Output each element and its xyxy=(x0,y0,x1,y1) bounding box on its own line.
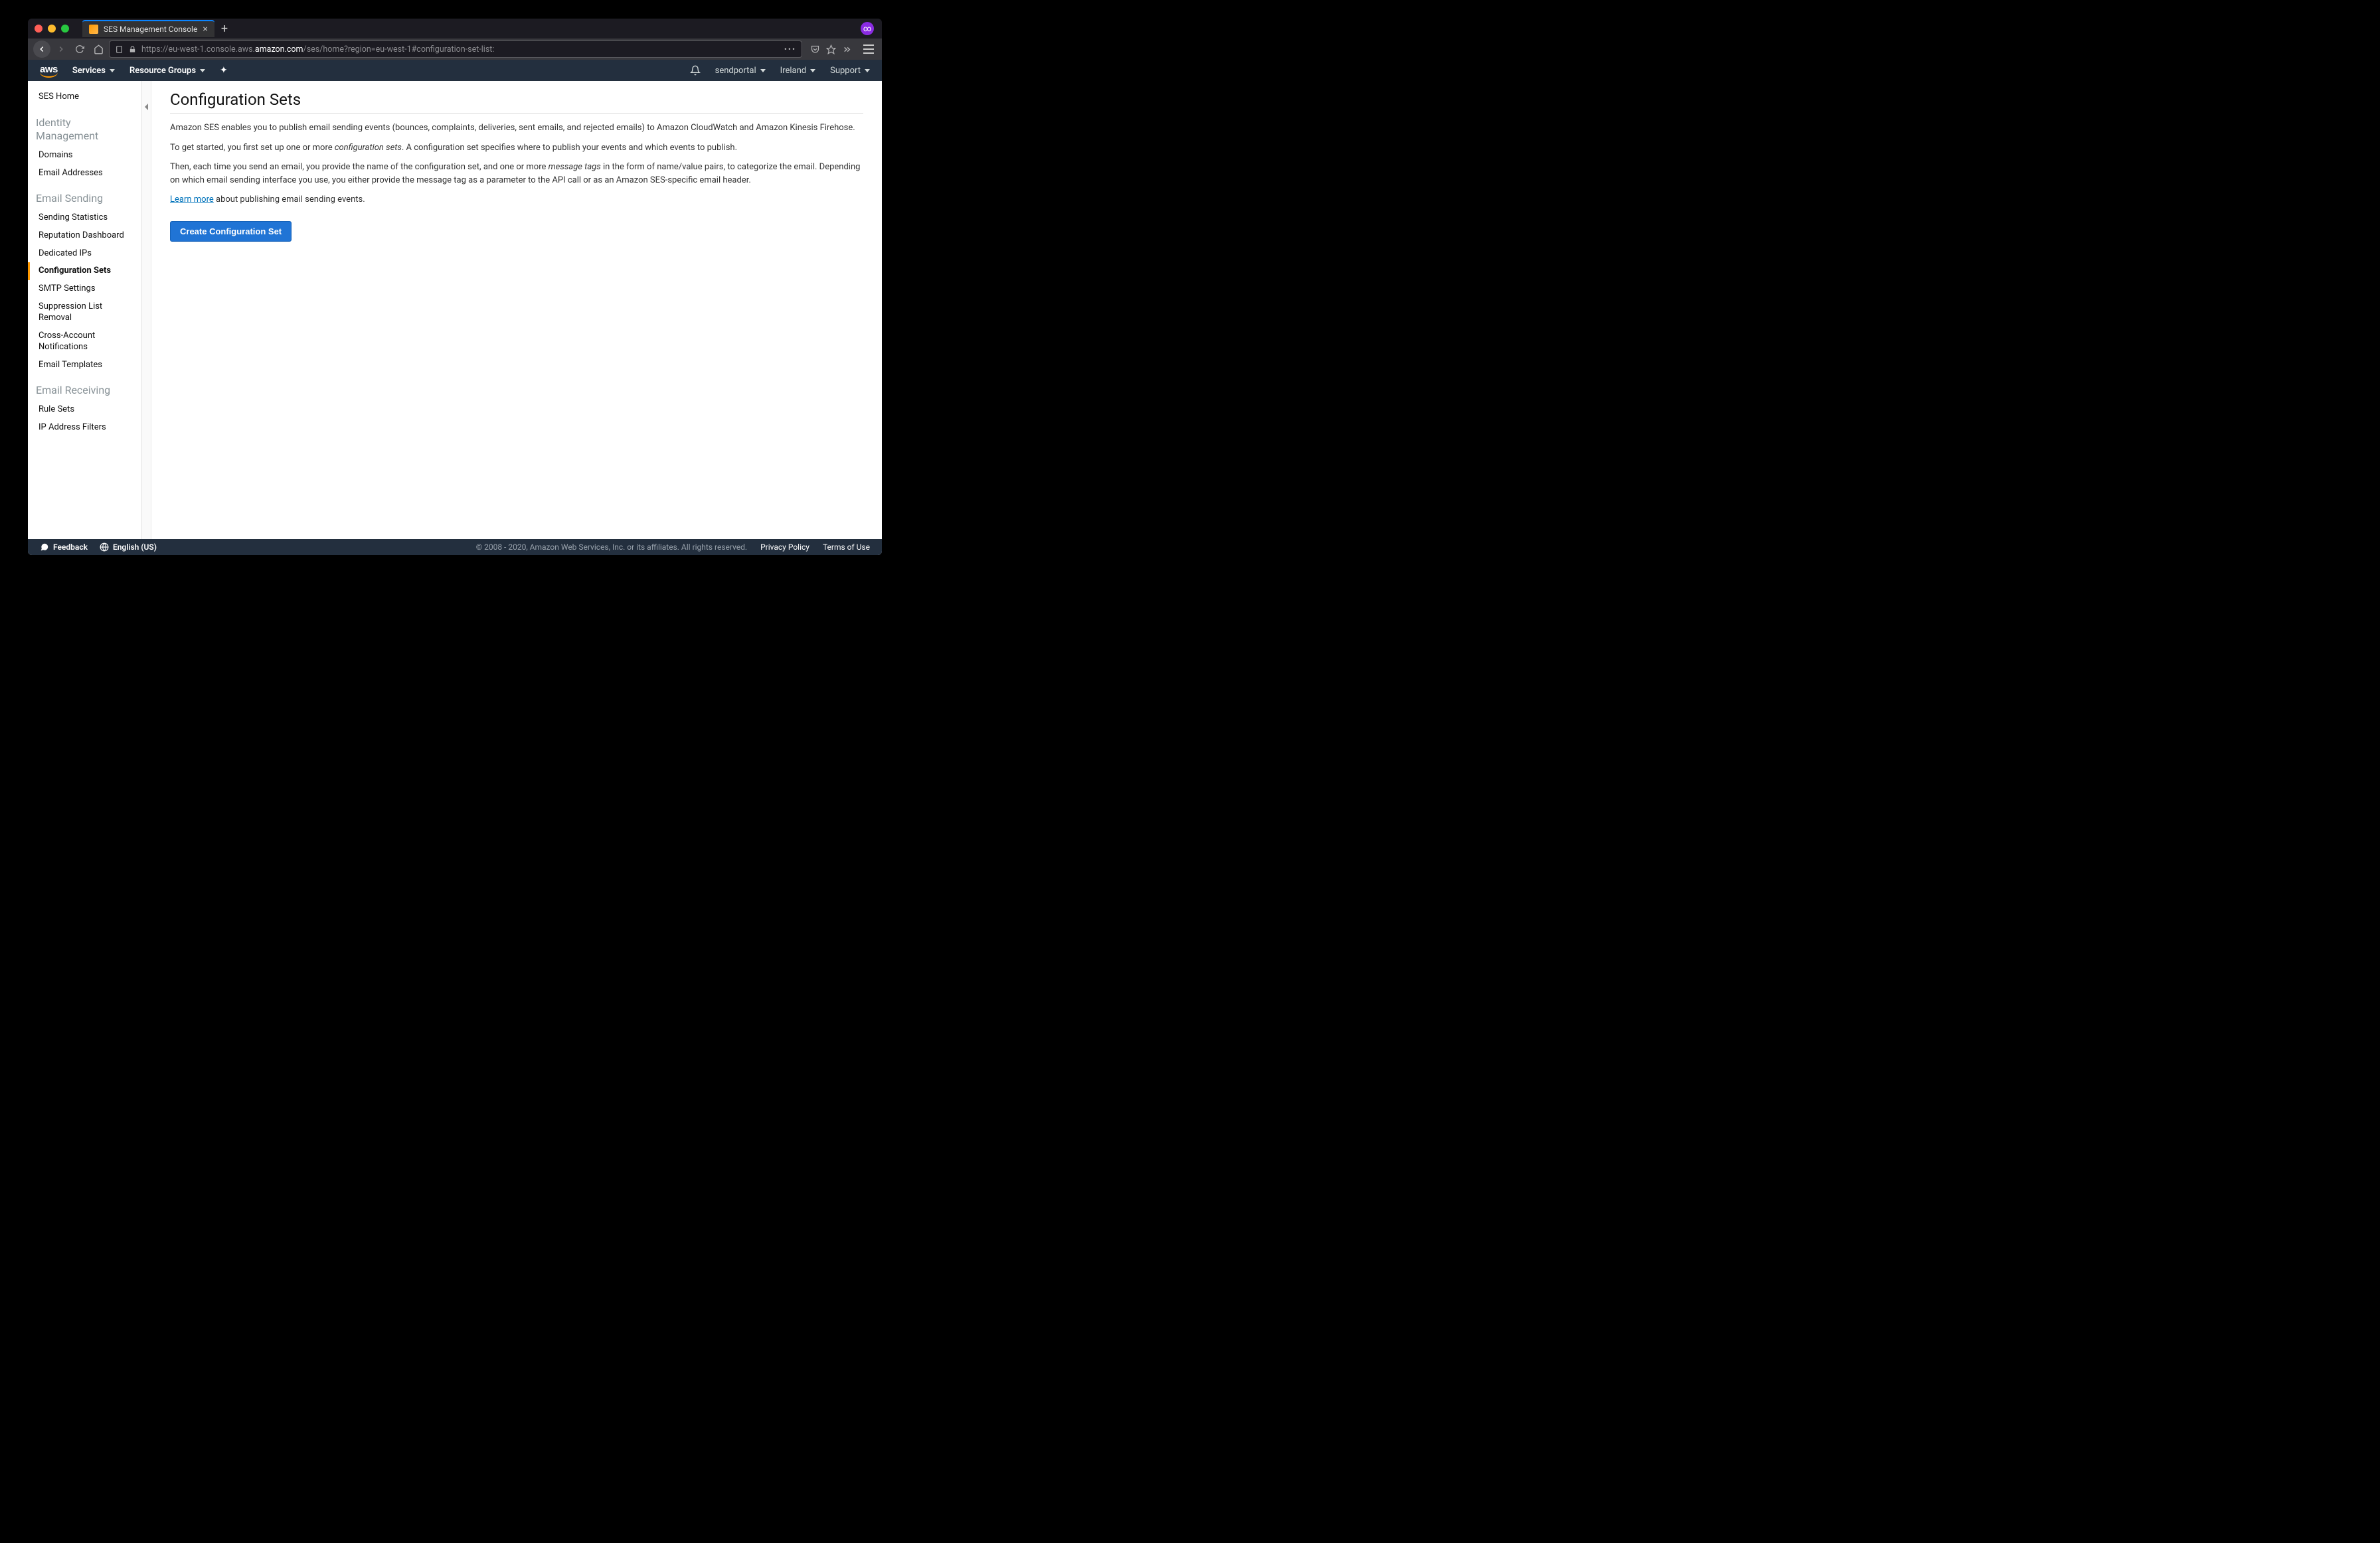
account-menu[interactable]: sendportal xyxy=(715,66,766,76)
browser-menu-button[interactable] xyxy=(861,41,877,57)
chevron-down-icon xyxy=(865,69,870,72)
aws-footer: Feedback English (US) © 2008 - 2020, Ama… xyxy=(28,539,882,555)
chevron-left-icon xyxy=(145,104,148,110)
nav-forward-button[interactable] xyxy=(53,41,69,57)
account-label: sendportal xyxy=(715,66,756,76)
terms-of-use-link[interactable]: Terms of Use xyxy=(823,542,870,552)
aws-favicon-icon xyxy=(89,25,98,34)
chevron-down-icon xyxy=(810,69,815,72)
feedback-label: Feedback xyxy=(53,542,88,552)
resource-groups-label: Resource Groups xyxy=(129,66,196,76)
intro-paragraph-2: To get started, you first set up one or … xyxy=(170,141,863,155)
intro-paragraph-3: Then, each time you send an email, you p… xyxy=(170,161,863,187)
sidebar-item-reputation-dashboard[interactable]: Reputation Dashboard xyxy=(28,227,141,245)
learn-more-link[interactable]: Learn more xyxy=(170,195,214,204)
sidebar-ses-home[interactable]: SES Home xyxy=(28,88,141,107)
sidebar-collapse-handle[interactable] xyxy=(142,81,151,539)
sidebar: SES Home Identity Management Domains Ema… xyxy=(28,81,142,539)
browser-addressbar: https://eu-west-1.console.aws.amazon.com… xyxy=(28,39,882,60)
feedback-button[interactable]: Feedback xyxy=(40,542,88,552)
services-menu[interactable]: Services xyxy=(72,66,115,76)
browser-tab[interactable]: SES Management Console × xyxy=(82,20,214,37)
chevron-down-icon xyxy=(110,69,115,72)
create-configuration-set-button[interactable]: Create Configuration Set xyxy=(170,221,292,242)
chevron-down-icon xyxy=(760,69,766,72)
pin-icon[interactable]: ✦ xyxy=(220,65,228,76)
language-label: English (US) xyxy=(113,542,157,552)
url-text: https://eu-west-1.console.aws.amazon.com… xyxy=(141,44,779,54)
sidebar-item-cross-account-notifications[interactable]: Cross-Account Notifications xyxy=(28,327,141,357)
privacy-policy-link[interactable]: Privacy Policy xyxy=(760,542,809,552)
browser-window: SES Management Console × + ∞ https://eu-… xyxy=(28,19,882,555)
intro-paragraph-1: Amazon SES enables you to publish email … xyxy=(170,122,863,135)
window-minimize-icon[interactable] xyxy=(48,25,56,33)
services-label: Services xyxy=(72,66,106,76)
app-body: SES Home Identity Management Domains Ema… xyxy=(28,81,882,539)
overflow-chevrons-icon[interactable] xyxy=(841,43,853,55)
pocket-icon[interactable] xyxy=(809,43,821,55)
globe-icon xyxy=(100,542,109,552)
sidebar-item-rule-sets[interactable]: Rule Sets xyxy=(28,401,141,419)
sidebar-item-sending-statistics[interactable]: Sending Statistics xyxy=(28,209,141,227)
tab-title: SES Management Console xyxy=(104,25,197,34)
window-close-icon[interactable] xyxy=(35,25,42,33)
sidebar-item-smtp-settings[interactable]: SMTP Settings xyxy=(28,280,141,298)
support-label: Support xyxy=(830,66,861,76)
aws-logo[interactable]: aws xyxy=(40,64,58,78)
url-input[interactable]: https://eu-west-1.console.aws.amazon.com… xyxy=(109,41,802,58)
chevron-down-icon xyxy=(200,69,205,72)
speech-bubble-icon xyxy=(40,542,49,552)
page-actions-icon[interactable]: ••• xyxy=(784,44,796,54)
resource-groups-menu[interactable]: Resource Groups xyxy=(129,66,205,76)
sidebar-item-dedicated-ips[interactable]: Dedicated IPs xyxy=(28,245,141,263)
sidebar-section-sending: Email Sending xyxy=(28,183,141,209)
nav-reload-button[interactable] xyxy=(72,41,88,57)
copyright-text: © 2008 - 2020, Amazon Web Services, Inc.… xyxy=(476,542,747,552)
bookmark-star-icon[interactable] xyxy=(825,43,837,55)
region-label: Ireland xyxy=(780,66,806,76)
sidebar-section-identity: Identity Management xyxy=(28,107,141,147)
learn-more-line: Learn more about publishing email sendin… xyxy=(170,193,863,206)
aws-header: aws Services Resource Groups ✦ sendporta… xyxy=(28,60,882,81)
nav-back-button[interactable] xyxy=(33,41,50,58)
support-menu[interactable]: Support xyxy=(830,66,870,76)
window-maximize-icon[interactable] xyxy=(61,25,69,33)
sidebar-section-receiving: Email Receiving xyxy=(28,374,141,401)
sidebar-item-suppression-list-removal[interactable]: Suppression List Removal xyxy=(28,298,141,327)
sidebar-item-ip-address-filters[interactable]: IP Address Filters xyxy=(28,419,141,437)
new-tab-button[interactable]: + xyxy=(214,22,234,36)
window-controls xyxy=(32,25,74,33)
region-menu[interactable]: Ireland xyxy=(780,66,815,76)
main-content: Configuration Sets Amazon SES enables yo… xyxy=(151,81,882,539)
nav-home-button[interactable] xyxy=(90,41,106,57)
language-selector[interactable]: English (US) xyxy=(100,542,157,552)
shield-icon xyxy=(115,45,124,54)
page-title: Configuration Sets xyxy=(170,90,863,114)
sidebar-item-email-templates[interactable]: Email Templates xyxy=(28,357,141,374)
sidebar-item-domains[interactable]: Domains xyxy=(28,147,141,165)
tab-close-icon[interactable]: × xyxy=(203,25,207,34)
notifications-bell-icon[interactable] xyxy=(690,65,701,76)
lock-icon xyxy=(129,45,136,54)
sidebar-item-configuration-sets[interactable]: Configuration Sets xyxy=(28,262,141,280)
browser-tabbar: SES Management Console × + ∞ xyxy=(28,19,882,39)
extension-badge-icon[interactable]: ∞ xyxy=(861,22,874,35)
aws-console: aws Services Resource Groups ✦ sendporta… xyxy=(28,60,882,555)
sidebar-item-email-addresses[interactable]: Email Addresses xyxy=(28,165,141,183)
